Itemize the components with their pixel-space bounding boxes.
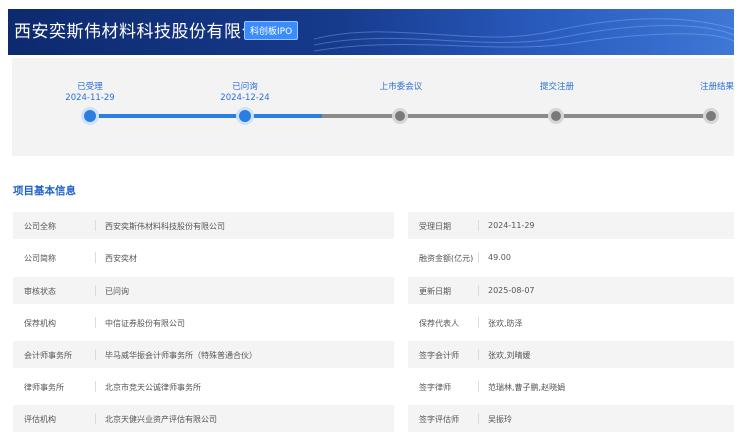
- step-submit-registration: 提交注册: [517, 82, 597, 93]
- info-value: 49.00: [488, 253, 511, 262]
- step-node-accepted: [81, 107, 99, 125]
- info-key: 受理日期: [419, 222, 451, 231]
- info-row-signing-accountant: 签字会计师 张欢,刘晴媛: [408, 341, 734, 368]
- info-key: 评估机构: [24, 415, 56, 424]
- info-row-financing-amount: 融资金额(亿元) 49.00: [408, 244, 734, 271]
- step-label: 已受理: [77, 82, 103, 92]
- info-row-company-full-name: 公司全称 西安奕斯伟材料科技股份有限公司: [13, 212, 394, 239]
- info-key: 审核状态: [24, 287, 56, 296]
- info-value: 2025-08-07: [488, 286, 535, 295]
- company-title: 西安奕斯伟材料科技股份有限公司: [14, 22, 277, 42]
- info-value: 张欢,昉泽: [488, 319, 523, 328]
- info-row-sponsor: 保荐机构 中信证券股份有限公司: [13, 309, 394, 336]
- divider: [95, 220, 96, 231]
- step-label: 上市委会议: [379, 82, 423, 92]
- divider: [478, 349, 479, 360]
- info-row-review-status: 审核状态 已问询: [13, 277, 394, 304]
- section-title-basic-info: 项目基本信息: [13, 185, 76, 197]
- divider: [95, 349, 96, 360]
- info-key: 公司全称: [24, 222, 56, 231]
- info-row-accepted-date: 受理日期 2024-11-29: [408, 212, 734, 239]
- divider: [478, 252, 479, 263]
- divider: [95, 413, 96, 424]
- info-value: 西安奕材: [105, 254, 137, 263]
- info-key: 签字会计师: [419, 351, 459, 360]
- step-node-submit-registration: [548, 108, 564, 124]
- info-value: 吴振玲: [488, 415, 512, 424]
- divider: [478, 317, 479, 328]
- step-date: 2024-12-24: [220, 93, 270, 103]
- info-value: 张欢,刘晴媛: [488, 351, 531, 360]
- info-row-company-short-name: 公司简称 西安奕材: [13, 244, 394, 271]
- info-key: 签字评估师: [419, 415, 459, 424]
- divider: [95, 317, 96, 328]
- header-banner: 西安奕斯伟材料科技股份有限公司 科创板IPO: [8, 9, 734, 55]
- info-value: 西安奕斯伟材料科技股份有限公司: [105, 222, 225, 231]
- info-row-law-firm: 律师事务所 北京市竞天公诚律师事务所: [13, 373, 394, 400]
- step-node-listing-committee: [392, 108, 408, 124]
- info-key: 律师事务所: [24, 383, 64, 392]
- step-label: 提交注册: [539, 82, 574, 92]
- step-date: 2024-11-29: [65, 93, 115, 103]
- divider: [478, 285, 479, 296]
- info-row-signing-lawyer: 签字律师 范瑞林,曹子鹏,赵晓娟: [408, 373, 734, 400]
- divider: [95, 285, 96, 296]
- divider: [95, 252, 96, 263]
- step-inquired: 已问询 2024-12-24: [205, 82, 285, 104]
- divider: [95, 381, 96, 392]
- banner-wave-decoration: [314, 18, 734, 52]
- info-value: 中信证券股份有限公司: [105, 319, 185, 328]
- progress-timeline: 已受理 2024-11-29 已问询 2024-12-24 上市委会议 提交注册…: [12, 58, 734, 156]
- info-key: 签字律师: [419, 383, 451, 392]
- divider: [478, 413, 479, 424]
- info-key: 保荐机构: [24, 319, 56, 328]
- info-value: 北京市竞天公诚律师事务所: [105, 383, 201, 392]
- info-key: 保荐代表人: [419, 319, 459, 328]
- info-value: 已问询: [105, 287, 129, 296]
- info-key: 融资金额(亿元): [419, 254, 474, 263]
- info-row-appraisal-firm: 评估机构 北京天健兴业资产评估有限公司: [13, 405, 394, 432]
- divider: [478, 220, 479, 231]
- step-node-registration-result: [703, 108, 719, 124]
- step-registration-result: 注册结果: [672, 82, 734, 93]
- info-value: 范瑞林,曹子鹏,赵晓娟: [488, 383, 566, 392]
- info-row-sponsor-representative: 保荐代表人 张欢,昉泽: [408, 309, 734, 336]
- board-badge: 科创板IPO: [244, 21, 299, 40]
- info-value: 北京天健兴业资产评估有限公司: [105, 415, 217, 424]
- info-key: 会计师事务所: [24, 351, 72, 360]
- info-row-updated-date: 更新日期 2025-08-07: [408, 277, 734, 304]
- info-row-signing-appraiser: 签字评估师 吴振玲: [408, 405, 734, 432]
- step-accepted: 已受理 2024-11-29: [50, 82, 130, 104]
- divider: [478, 381, 479, 392]
- track-completed: [90, 114, 322, 118]
- step-label: 注册结果: [699, 82, 734, 92]
- step-label: 已问询: [232, 82, 258, 92]
- step-node-inquired: [236, 107, 254, 125]
- info-value: 2024-11-29: [488, 221, 535, 230]
- step-listing-committee: 上市委会议: [361, 82, 441, 93]
- info-row-accounting-firm: 会计师事务所 毕马威华振会计师事务所（特殊普通合伙）: [13, 341, 394, 368]
- info-value: 毕马威华振会计师事务所（特殊普通合伙）: [105, 351, 257, 360]
- info-key: 更新日期: [419, 287, 451, 296]
- info-key: 公司简称: [24, 254, 56, 263]
